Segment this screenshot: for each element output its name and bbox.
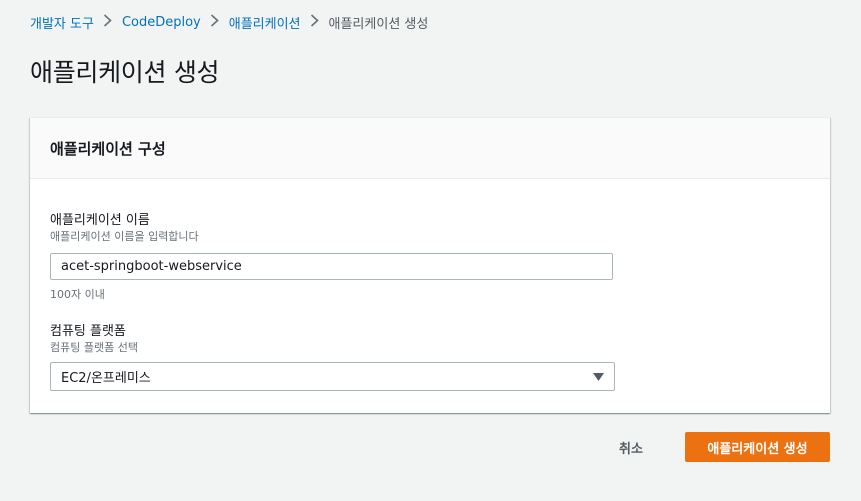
breadcrumb-developer-tools[interactable]: 개발자 도구: [30, 13, 94, 32]
page-title: 애플리케이션 생성: [30, 58, 220, 87]
panel-header: 애플리케이션 구성: [30, 118, 830, 179]
caret-down-icon: [593, 372, 604, 381]
chevron-right-icon: [301, 14, 329, 30]
breadcrumb-current: 애플리케이션 생성: [328, 16, 429, 32]
app-name-field-header: 애플리케이션 이름 애플리케이션 이름을 입력합니다: [50, 213, 199, 244]
page: 개발자 도구 CodeDeploy 애플리케이션 애플리케이션 생성 애플리케이…: [0, 0, 861, 501]
chevron-right-icon: [94, 14, 122, 30]
platform-selected-value: EC2/온프레미스: [61, 371, 151, 386]
app-name-constraint-wrap: 100자 이내: [50, 288, 105, 302]
app-name-description: 애플리케이션 이름을 입력합니다: [50, 230, 199, 243]
platform-description: 컴퓨팅 플랫폼 선택: [50, 341, 138, 354]
app-name-constraint: 100자 이내: [50, 288, 105, 301]
breadcrumb: 개발자 도구 CodeDeploy 애플리케이션 애플리케이션 생성: [30, 12, 428, 32]
platform-label: 컴퓨팅 플랫폼: [50, 324, 126, 339]
panel-title: 애플리케이션 구성: [50, 139, 166, 158]
platform-field-header: 컴퓨팅 플랫폼 컴퓨팅 플랫폼 선택: [50, 324, 138, 355]
application-config-panel: 애플리케이션 구성 애플리케이션 이름 애플리케이션 이름을 입력합니다 100…: [30, 117, 830, 413]
app-name-input[interactable]: [50, 253, 613, 280]
app-name-label: 애플리케이션 이름: [50, 213, 150, 228]
platform-select[interactable]: EC2/온프레미스: [50, 362, 615, 391]
breadcrumb-codedeploy[interactable]: CodeDeploy: [122, 15, 201, 30]
cancel-button[interactable]: 취소: [600, 432, 662, 462]
breadcrumb-applications[interactable]: 애플리케이션: [229, 13, 301, 32]
create-application-button[interactable]: 애플리케이션 생성: [685, 432, 830, 462]
chevron-right-icon: [201, 14, 229, 30]
